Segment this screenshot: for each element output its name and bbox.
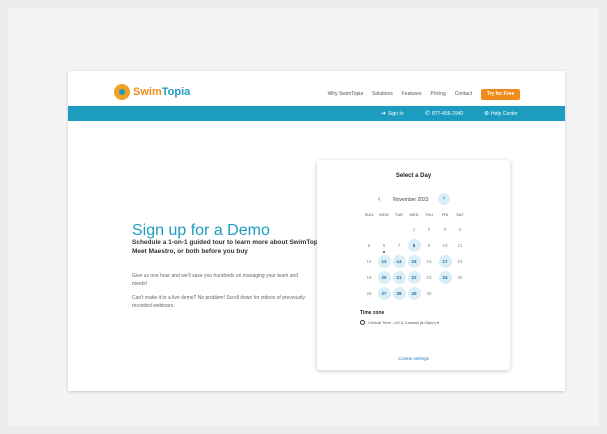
calendar-day: 1 — [412, 226, 416, 232]
calendar-day-available[interactable]: 15 — [407, 254, 421, 268]
timezone-label: Time zone — [360, 310, 385, 316]
calendar-day-available[interactable]: 27 — [377, 286, 391, 300]
calendar-day-available[interactable]: 21 — [392, 270, 406, 284]
nav-why-swimtopia[interactable]: Why SwimTopia — [328, 91, 364, 97]
weekday-header: SAT — [456, 212, 464, 217]
page-subtitle: Schedule a 1-on-1 guided tour to learn m… — [132, 239, 326, 255]
calendar-day-available[interactable]: 8 — [407, 238, 421, 252]
calendar-day-available[interactable]: 24 — [438, 270, 452, 284]
nav-links: Why SwimTopia Solutions Features Pricing… — [328, 91, 472, 97]
sign-in-link[interactable]: ➔ Sign In — [381, 110, 404, 118]
calendar-title: Select a Day — [395, 173, 432, 179]
nav-pricing[interactable]: Pricing — [430, 91, 445, 97]
calendar-day-available[interactable]: 20 — [377, 270, 391, 284]
timezone-select[interactable]: Central Time - US & Canada (6:05pm) ▾ — [360, 320, 439, 325]
calendar-day-available[interactable]: 13 — [377, 254, 391, 268]
weekday-header: TUE — [395, 212, 403, 217]
calendar-day: 3 — [443, 226, 447, 232]
calendar-day-available[interactable]: 14 — [392, 254, 406, 268]
phone-label: 877-456-2940 — [432, 110, 464, 117]
calendar-day: 11 — [457, 242, 463, 248]
calendar-day: 5 — [367, 242, 371, 248]
top-nav: Swim Topia Why SwimTopia Solutions Featu… — [68, 71, 565, 106]
logo-text-topia: Topia — [161, 86, 191, 98]
swimtopia-logo[interactable]: Swim Topia — [114, 84, 190, 100]
weekday-header: FRI — [441, 212, 449, 217]
chevron-right-icon[interactable]: › — [438, 193, 450, 205]
calendar-day: 10 — [442, 242, 448, 248]
calendar-day: 7 — [397, 242, 401, 248]
chevron-left-icon[interactable]: ‹ — [378, 196, 380, 204]
webinar-paragraph: Can't make it to a live demo? No problem… — [132, 295, 307, 309]
calendar-day: 23 — [426, 274, 432, 280]
calendar-day: 12 — [366, 258, 372, 264]
date-picker-card: Select a Day ‹ November 2023 › SUN MON TUE… — [317, 160, 510, 370]
calendar-month: November 2023 — [393, 197, 429, 203]
calendar-day-available[interactable]: 17 — [438, 254, 452, 268]
help-center-link[interactable]: ⊕ Help Center — [484, 110, 518, 118]
swimmer-logo-icon — [114, 84, 130, 100]
calendar-day: 26 — [366, 290, 372, 296]
calendar-day: 4 — [458, 226, 462, 232]
globe-icon — [360, 320, 365, 325]
try-for-free-button[interactable]: Try for Free — [481, 89, 520, 100]
calendar-day: 6 — [382, 242, 386, 248]
weekday-header: MON — [379, 212, 389, 217]
help-icon: ⊕ — [484, 111, 490, 117]
sign-in-label: Sign In — [388, 110, 404, 117]
logo-text-swim: Swim — [133, 86, 162, 98]
cookie-settings-link[interactable]: Cookie settings — [317, 356, 510, 361]
calendar-day: 16 — [426, 258, 432, 264]
timezone-value: Central Time - US & Canada (6:05pm) ▾ — [368, 320, 439, 325]
intro-paragraph: Give us one hour and we'll save you hund… — [132, 273, 299, 287]
nav-features[interactable]: Features — [402, 91, 422, 97]
today-dot-icon — [383, 251, 385, 253]
calendar-day: 19 — [366, 274, 372, 280]
weekday-header: WED — [409, 212, 419, 217]
calendar-day-available[interactable]: 29 — [407, 286, 421, 300]
calendar-day-available[interactable]: 22 — [407, 270, 421, 284]
weekday-header: SUN — [364, 212, 374, 217]
nav-solutions[interactable]: Solutions — [372, 91, 393, 97]
phone-icon: ✆ — [425, 111, 431, 117]
help-center-label: Help Center — [491, 110, 518, 117]
sign-in-icon: ➔ — [381, 111, 387, 117]
calendar-day: 25 — [457, 274, 463, 280]
calendar-day: 18 — [457, 258, 463, 264]
phone-link[interactable]: ✆ 877-456-2940 — [425, 110, 464, 118]
website-screenshot: Swim Topia Why SwimTopia Solutions Featu… — [68, 71, 565, 391]
calendar-day-available[interactable]: 28 — [392, 286, 406, 300]
nav-contact[interactable]: Contact — [455, 91, 472, 97]
utility-bar: ➔ Sign In ✆ 877-456-2940 ⊕ Help Center — [68, 106, 565, 121]
calendar-day: 30 — [426, 290, 432, 296]
outer-frame: Swim Topia Why SwimTopia Solutions Featu… — [8, 8, 599, 426]
weekday-header: THU — [424, 212, 434, 217]
calendar-day: 9 — [427, 242, 431, 248]
calendar-day: 2 — [427, 226, 431, 232]
